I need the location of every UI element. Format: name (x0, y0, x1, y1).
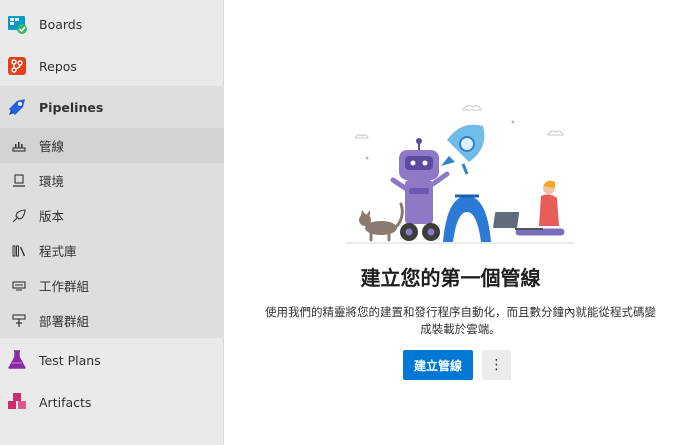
pipelines-service-icon (7, 97, 27, 117)
sidebar-item-label: Pipelines (39, 99, 104, 115)
sidebar-item-label: 部署群組 (39, 314, 90, 329)
sidebar-item-library[interactable]: 程式庫 (0, 233, 224, 268)
sidebar-item-label: Artifacts (39, 394, 92, 410)
sidebar-item-task-groups[interactable]: 工作群組 (0, 268, 224, 303)
sidebar-item-label: 工作群組 (39, 279, 90, 294)
boards-icon (7, 14, 27, 34)
library-icon (11, 243, 27, 259)
sidebar-item-pipelines-list[interactable]: 管線 (0, 128, 224, 163)
sidebar-item-label: 管線 (39, 139, 65, 154)
environments-icon (11, 173, 27, 189)
page-description: 使用我們的精靈將您的建置和發行程序自動化，而且數分鐘內就能從程式碼變 成裝載於雲… (245, 304, 676, 338)
sidebar-item-deployment-groups[interactable]: 部署群組 (0, 303, 224, 338)
more-options-button[interactable]: ⋮ (482, 350, 511, 380)
test-plans-icon (7, 350, 27, 370)
description-line: 成裝載於雲端。 (420, 322, 501, 336)
pipelines-icon (11, 138, 27, 154)
releases-icon (11, 208, 27, 224)
sidebar-item-pipelines[interactable]: Pipelines (0, 86, 224, 128)
page-title: 建立您的第一個管線 (360, 266, 541, 290)
sidebar-item-repos[interactable]: Repos (0, 45, 224, 87)
sidebar-item-label: Boards (39, 16, 83, 32)
repos-icon (7, 56, 27, 76)
sidebar-item-label: 版本 (39, 209, 65, 224)
app: Boards Repos Pipelines 管線 環境 版本 程式庫 工作群組… (0, 0, 676, 445)
pipelines-illustration (345, 105, 575, 244)
artifacts-icon (7, 392, 27, 412)
sidebar-item-boards[interactable]: Boards (0, 3, 224, 45)
sidebar-item-label: 程式庫 (39, 244, 77, 259)
sidebar-item-label: Test Plans (39, 352, 101, 368)
main-content: 建立您的第一個管線 使用我們的精靈將您的建置和發行程序自動化，而且數分鐘內就能從… (225, 0, 676, 445)
sidebar-item-artifacts[interactable]: Artifacts (0, 381, 224, 423)
description-line: 使用我們的精靈將您的建置和發行程序自動化，而且數分鐘內就能從程式碼變 (265, 305, 656, 319)
sidebar-item-test-plans[interactable]: Test Plans (0, 339, 224, 381)
deployment-groups-icon (11, 313, 27, 329)
sidebar-item-environments[interactable]: 環境 (0, 163, 224, 198)
sidebar-item-label: 環境 (39, 174, 65, 189)
sidebar-item-releases[interactable]: 版本 (0, 198, 224, 233)
task-groups-icon (11, 278, 27, 294)
sidebar-item-label: Repos (39, 58, 77, 74)
sidebar: Boards Repos Pipelines 管線 環境 版本 程式庫 工作群組… (0, 0, 224, 445)
create-pipeline-button[interactable]: 建立管線 (403, 350, 473, 380)
